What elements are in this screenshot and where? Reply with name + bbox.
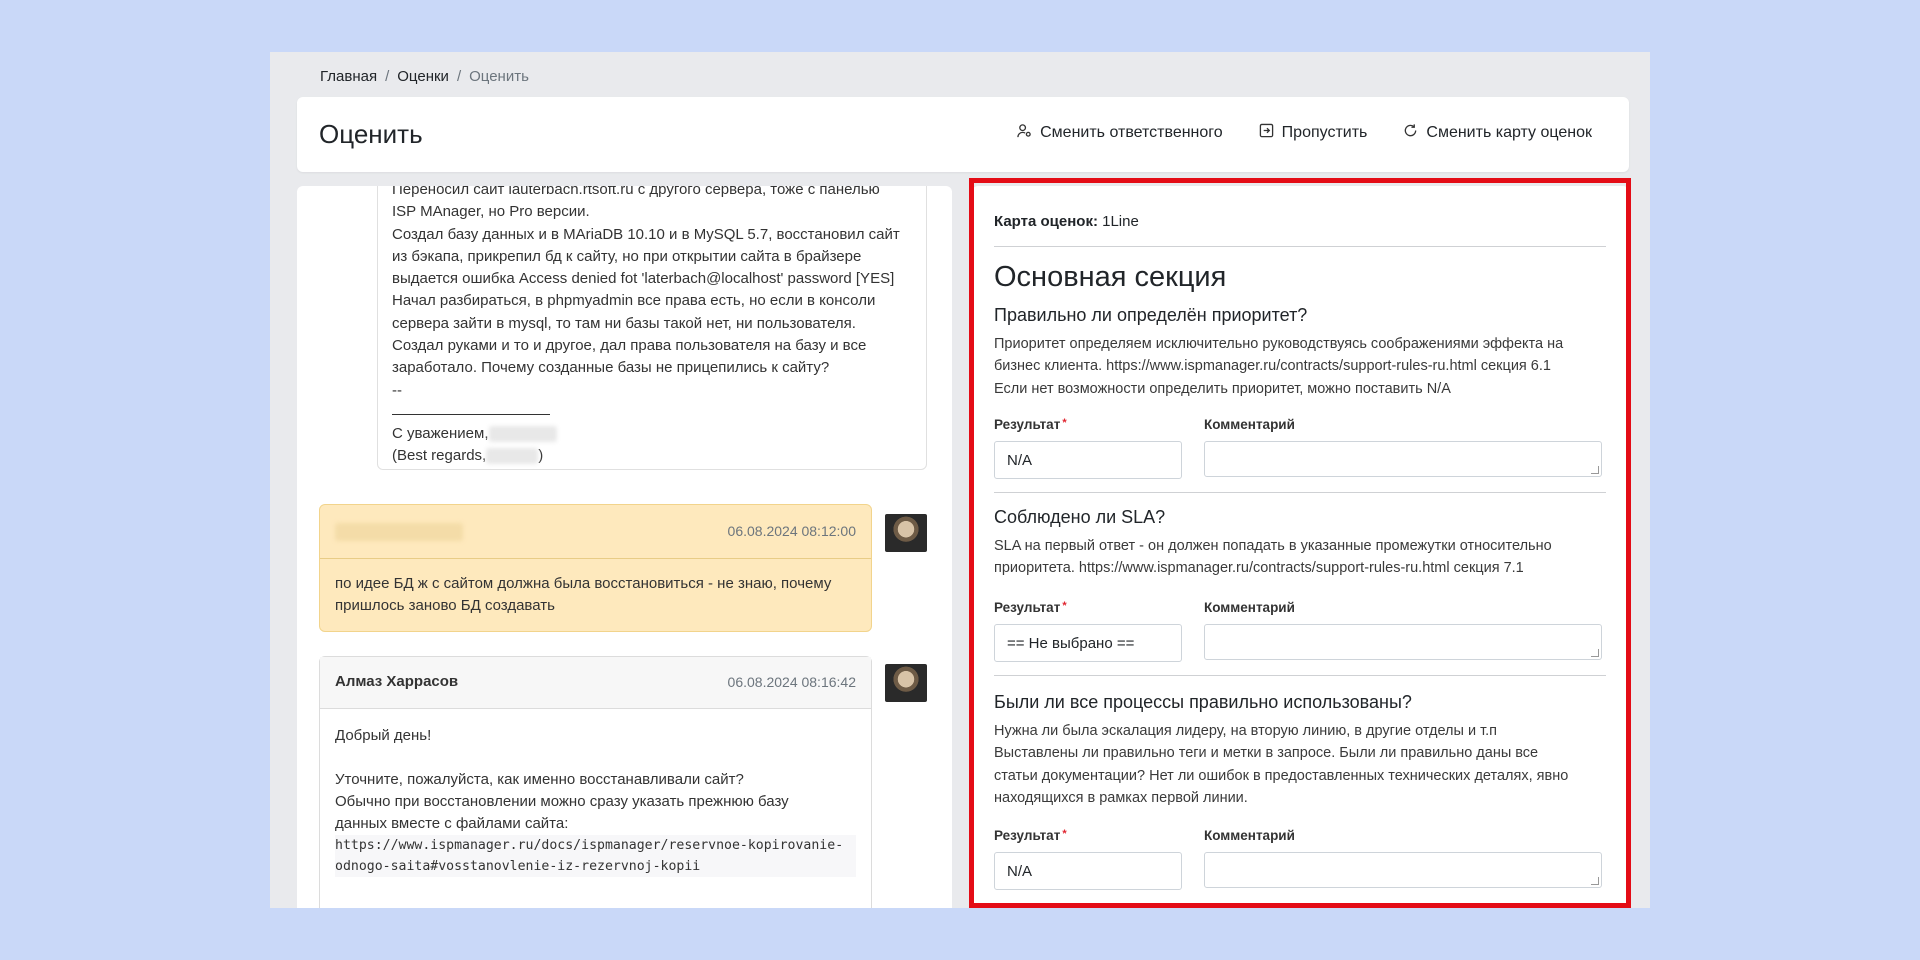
message-line: Переносил сайт lauterbach.rtsoft.ru с др… — [392, 186, 880, 198]
ticket-conversation[interactable]: Переносил сайт lauterbach.rtsoft.ru с др… — [297, 186, 952, 908]
reply-line: Обычно при восстановлении можно сразу ук… — [335, 793, 789, 810]
internal-note: 06.08.2024 08:12:00 по идее БД ж с сайто… — [319, 504, 872, 632]
comment-textarea[interactable] — [1204, 852, 1602, 888]
reply-greeting: Добрый день! — [335, 727, 432, 744]
question-title: Правильно ли определён приоритет? — [994, 305, 1308, 325]
divider — [994, 675, 1606, 676]
breadcrumb-separator: / — [456, 68, 462, 85]
breadcrumb-separator: / — [385, 68, 390, 85]
rating-card-value: 1Line — [1102, 213, 1139, 230]
rating-card-label: Карта оценок: 1Line — [994, 213, 1139, 230]
note-text: по идее БД ж с сайтом должна была восста… — [335, 575, 832, 614]
message-line: -- — [392, 381, 402, 399]
comment-label: Комментарий — [1204, 417, 1295, 432]
message-line: выдается ошибка Access denied fot 'later… — [392, 270, 895, 288]
question-description: Нужна ли была эскалация лидеру, на втору… — [994, 723, 1569, 806]
redacted-name — [486, 448, 539, 465]
result-select[interactable]: N/A — [994, 852, 1182, 890]
reply-author: Алмаз Харрасов — [335, 673, 459, 690]
question-title: Были ли все процессы правильно использов… — [994, 692, 1412, 712]
divider — [994, 492, 1606, 493]
page-header: Оценить Сменить ответственного Пропустит… — [297, 97, 1629, 172]
breadcrumb-home[interactable]: Главная — [320, 68, 377, 85]
code-link[interactable]: https://www.ispmanager.ru/docs/ispmanage… — [335, 835, 856, 877]
question-description: Приоритет определяем исключительно руков… — [994, 336, 1564, 397]
signature-ru: С уважением, — [392, 423, 912, 445]
reply-body: Добрый день! Уточните, пожалуйста, как и… — [320, 709, 871, 893]
comment-label: Комментарий — [1204, 828, 1295, 843]
breadcrumb: Главная / Оценки / Оценить — [320, 68, 529, 85]
comment-textarea[interactable] — [1204, 441, 1602, 477]
reply-line: данных вместе с файлами сайта: — [335, 815, 569, 832]
question-description: SLA на первый ответ - он должен попадать… — [994, 538, 1552, 577]
avatar — [885, 664, 927, 702]
redacted-author — [335, 523, 463, 541]
rating-card[interactable]: Карта оценок: 1Line Основная секция Прав… — [972, 186, 1629, 908]
note-header: 06.08.2024 08:12:00 — [320, 505, 871, 559]
section-title: Основная секция — [994, 261, 1227, 293]
comment-label: Комментарий — [1204, 600, 1295, 615]
message-line: из бэкапа, прикрепил бд к сайту, но при … — [392, 247, 862, 265]
result-label: Результат * — [994, 828, 1067, 843]
message-line: Начал разбираться, в phpmyadmin все прав… — [392, 292, 876, 310]
reply-date: 06.08.2024 08:16:42 — [727, 674, 856, 690]
message-line: заработало. Почему созданные базы не при… — [392, 359, 830, 377]
result-label: Результат * — [994, 417, 1067, 432]
breadcrumb-ratings[interactable]: Оценки — [397, 68, 449, 85]
page-title: Оценить — [319, 119, 423, 149]
change-owner-label: Сменить ответственного — [1040, 124, 1223, 141]
app-window: Главная / Оценки / Оценить Оценить Смени… — [270, 52, 1650, 908]
change-card-button[interactable]: Сменить карту оценок — [1403, 123, 1592, 143]
refresh-icon — [1403, 123, 1418, 143]
divider — [994, 246, 1606, 247]
question-title: Соблюдено ли SLA? — [994, 507, 1166, 527]
message-line: ISP MAnager, но Pro версии. — [392, 203, 590, 221]
agent-reply: Алмаз Харрасов 06.08.2024 08:16:42 Добры… — [319, 656, 872, 908]
skip-button[interactable]: Пропустить — [1259, 123, 1368, 143]
note-date: 06.08.2024 08:12:00 — [727, 523, 856, 539]
change-card-label: Сменить карту оценок — [1426, 124, 1592, 141]
change-owner-button[interactable]: Сменить ответственного — [1017, 123, 1223, 143]
signature-en: (Best regards,) — [392, 447, 544, 465]
result-select[interactable]: == Не выбрано == — [994, 624, 1182, 662]
avatar — [885, 514, 927, 552]
header-actions: Сменить ответственного Пропустить Сменит… — [1017, 123, 1592, 143]
message-line: Создал руками и то и другое, дал права п… — [392, 337, 867, 355]
reply-header: Алмаз Харрасов 06.08.2024 08:16:42 — [320, 657, 871, 709]
comment-textarea[interactable] — [1204, 624, 1602, 660]
reply-line: Уточните, пожалуйста, как именно восстан… — [335, 771, 744, 788]
user-gear-icon — [1017, 123, 1032, 143]
message-line: сервера зайти в mysql, то там ни базы та… — [392, 314, 856, 332]
skip-icon — [1259, 123, 1274, 143]
signature-divider — [392, 413, 550, 415]
client-message: Переносил сайт lauterbach.rtsoft.ru с др… — [377, 186, 927, 470]
redacted-name — [488, 426, 557, 442]
message-line: Создал базу данных и в MAriaDB 10.10 и в… — [392, 225, 900, 243]
breadcrumb-current: Оценить — [469, 68, 529, 85]
skip-label: Пропустить — [1281, 124, 1368, 141]
result-select[interactable]: N/A — [994, 441, 1182, 479]
result-label: Результат * — [994, 600, 1067, 615]
